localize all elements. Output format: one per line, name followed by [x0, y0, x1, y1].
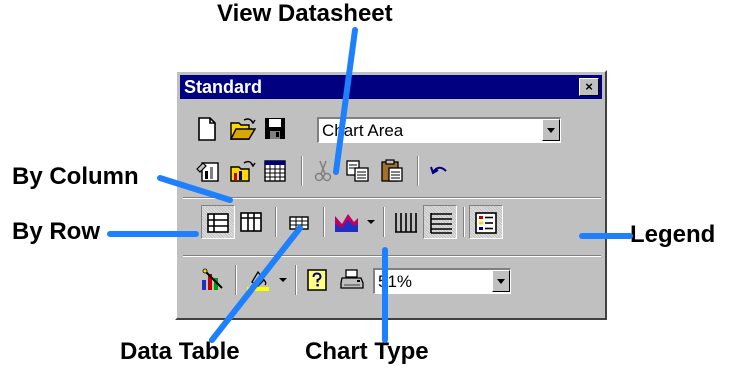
- legend-button[interactable]: [469, 205, 503, 239]
- new-button[interactable]: [191, 112, 225, 146]
- data-table-button[interactable]: [283, 205, 317, 239]
- data-table-callout: Data Table: [120, 338, 240, 365]
- by-row-button[interactable]: [201, 205, 235, 239]
- category-axis-gridlines-button[interactable]: [389, 205, 423, 239]
- value-axis-gridlines-button[interactable]: [423, 205, 457, 239]
- chart-wizard-button[interactable]: [195, 263, 229, 297]
- zoom-arrow[interactable]: [492, 270, 510, 292]
- separator: [295, 265, 297, 295]
- zoom-value: 51%: [378, 272, 413, 291]
- separator: [323, 207, 325, 237]
- chart-objects-dropdown[interactable]: Chart Area: [317, 117, 561, 143]
- view-datasheet-button[interactable]: [259, 154, 293, 188]
- chart-type-callout: Chart Type: [305, 338, 429, 365]
- by-column-callout: By Column: [12, 163, 139, 190]
- by-row-callout: By Row: [12, 218, 101, 245]
- separator: [235, 265, 237, 295]
- separator: [463, 207, 465, 237]
- paste-button[interactable]: [375, 154, 409, 188]
- fill-color-button[interactable]: [241, 263, 275, 297]
- legend-callout: Legend: [630, 221, 716, 248]
- chart-objects-value: Chart Area: [322, 121, 404, 140]
- standard-toolbar: Standard × Chart Area 51%: [175, 70, 607, 320]
- format-chart-area-button[interactable]: [191, 154, 225, 188]
- separator: [383, 207, 385, 237]
- toolbar-row-3: [183, 205, 601, 241]
- separator: [301, 156, 303, 186]
- separator: [417, 156, 419, 186]
- undo-button[interactable]: [423, 154, 457, 188]
- open-button[interactable]: [225, 112, 259, 146]
- import-file-button[interactable]: [225, 154, 259, 188]
- view-datasheet-callout: View Datasheet: [217, 0, 393, 27]
- save-button[interactable]: [259, 112, 293, 146]
- chart-type-dropdown-arrow[interactable]: [365, 217, 377, 227]
- row-separator: [183, 255, 601, 257]
- separator: [275, 207, 277, 237]
- close-button[interactable]: ×: [579, 78, 599, 96]
- cut-button[interactable]: [307, 154, 341, 188]
- row-separator: [183, 197, 601, 199]
- print-button[interactable]: [335, 263, 369, 297]
- chart-objects-arrow[interactable]: [542, 119, 560, 141]
- toolbar-row-1: Chart Area: [183, 112, 601, 148]
- toolbar-title-bar[interactable]: Standard ×: [180, 75, 602, 99]
- zoom-dropdown[interactable]: 51%: [373, 268, 511, 294]
- copy-button[interactable]: [341, 154, 375, 188]
- toolbar-row-2: [183, 154, 601, 190]
- toolbar-row-4: 51%: [183, 263, 601, 299]
- chart-type-button[interactable]: [329, 205, 363, 239]
- fill-color-dropdown-arrow[interactable]: [277, 275, 289, 285]
- toolbar-title: Standard: [184, 77, 263, 97]
- help-button[interactable]: [301, 263, 335, 297]
- by-column-button[interactable]: [235, 205, 269, 239]
